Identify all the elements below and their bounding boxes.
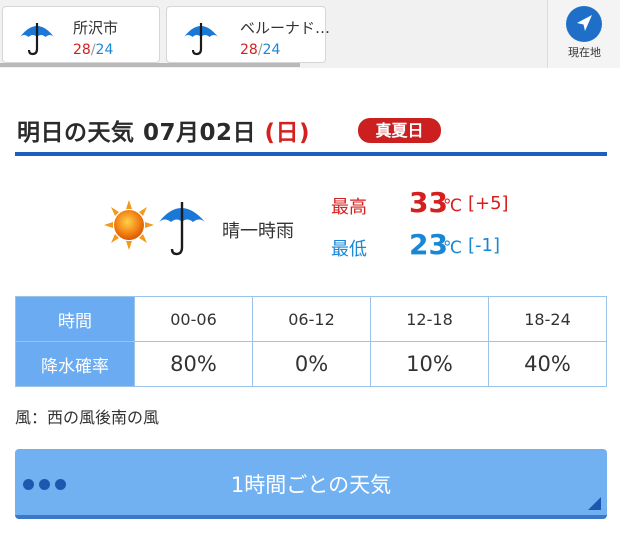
- high-temp-diff: [+5]: [468, 193, 509, 214]
- corner-triangle-icon: [588, 497, 601, 510]
- location-card-1[interactable]: 所沢市 28/24: [2, 6, 160, 63]
- hourly-weather-button[interactable]: 1時間ごとの天気: [15, 449, 607, 519]
- navigation-arrow-icon: [566, 6, 602, 42]
- umbrella-icon: [20, 23, 54, 56]
- location-temps: 28/24: [240, 42, 280, 58]
- high-temp-label: 最高: [331, 197, 367, 218]
- low-temp-label: 最低: [331, 239, 367, 260]
- time-period: 18-24: [488, 296, 607, 342]
- precip-value: 10%: [370, 341, 489, 387]
- time-period: 12-18: [370, 296, 489, 342]
- date-text: 明日の天気 07月02日: [17, 120, 265, 146]
- weather-description: 晴一時雨: [222, 221, 294, 242]
- sun-with-umbrella-icon: [104, 200, 205, 256]
- time-period: 00-06: [134, 296, 253, 342]
- location-low: 24: [262, 42, 281, 58]
- hourly-weather-label: 1時間ごとの天気: [230, 473, 392, 497]
- precip-value: 80%: [134, 341, 253, 387]
- weekday: (日): [264, 120, 311, 146]
- precipitation-table: 時間 00-06 06-12 12-18 18-24 降水確率 80% 0% 1…: [15, 296, 607, 387]
- precip-row: 降水確率 80% 0% 10% 40%: [15, 341, 607, 387]
- location-name: ベルーナド…: [240, 19, 331, 37]
- precip-value: 40%: [488, 341, 607, 387]
- location-card-2[interactable]: ベルーナド… 28/24: [166, 6, 330, 63]
- low-temp-unit: ℃: [443, 238, 463, 258]
- status-badge: 真夏日: [358, 118, 441, 143]
- wind-info: 風：西の風後南の風: [15, 408, 160, 427]
- location-low: 24: [95, 42, 114, 58]
- time-row: 時間 00-06 06-12 12-18 18-24: [15, 296, 607, 342]
- precip-value: 0%: [252, 341, 371, 387]
- time-period: 06-12: [252, 296, 371, 342]
- location-temps: 28/24: [73, 42, 113, 58]
- current-location-button[interactable]: 現在地: [547, 0, 620, 68]
- location-strip: 所沢市 28/24 ベルーナド… 28/24 現在地: [0, 0, 620, 68]
- page-title: 明日の天気 07月02日 (日): [17, 113, 310, 147]
- horizontal-scrollbar[interactable]: [0, 63, 300, 67]
- low-temp-diff: [-1]: [468, 235, 500, 256]
- precip-header: 降水確率: [15, 341, 135, 387]
- current-location-label: 現在地: [568, 46, 601, 59]
- location-high: 28: [240, 42, 258, 58]
- header-divider: [15, 152, 607, 156]
- location-name: 所沢市: [73, 19, 119, 37]
- time-header: 時間: [15, 296, 135, 342]
- location-high: 28: [73, 42, 91, 58]
- high-temp-unit: ℃: [443, 196, 463, 216]
- umbrella-icon: [184, 23, 218, 56]
